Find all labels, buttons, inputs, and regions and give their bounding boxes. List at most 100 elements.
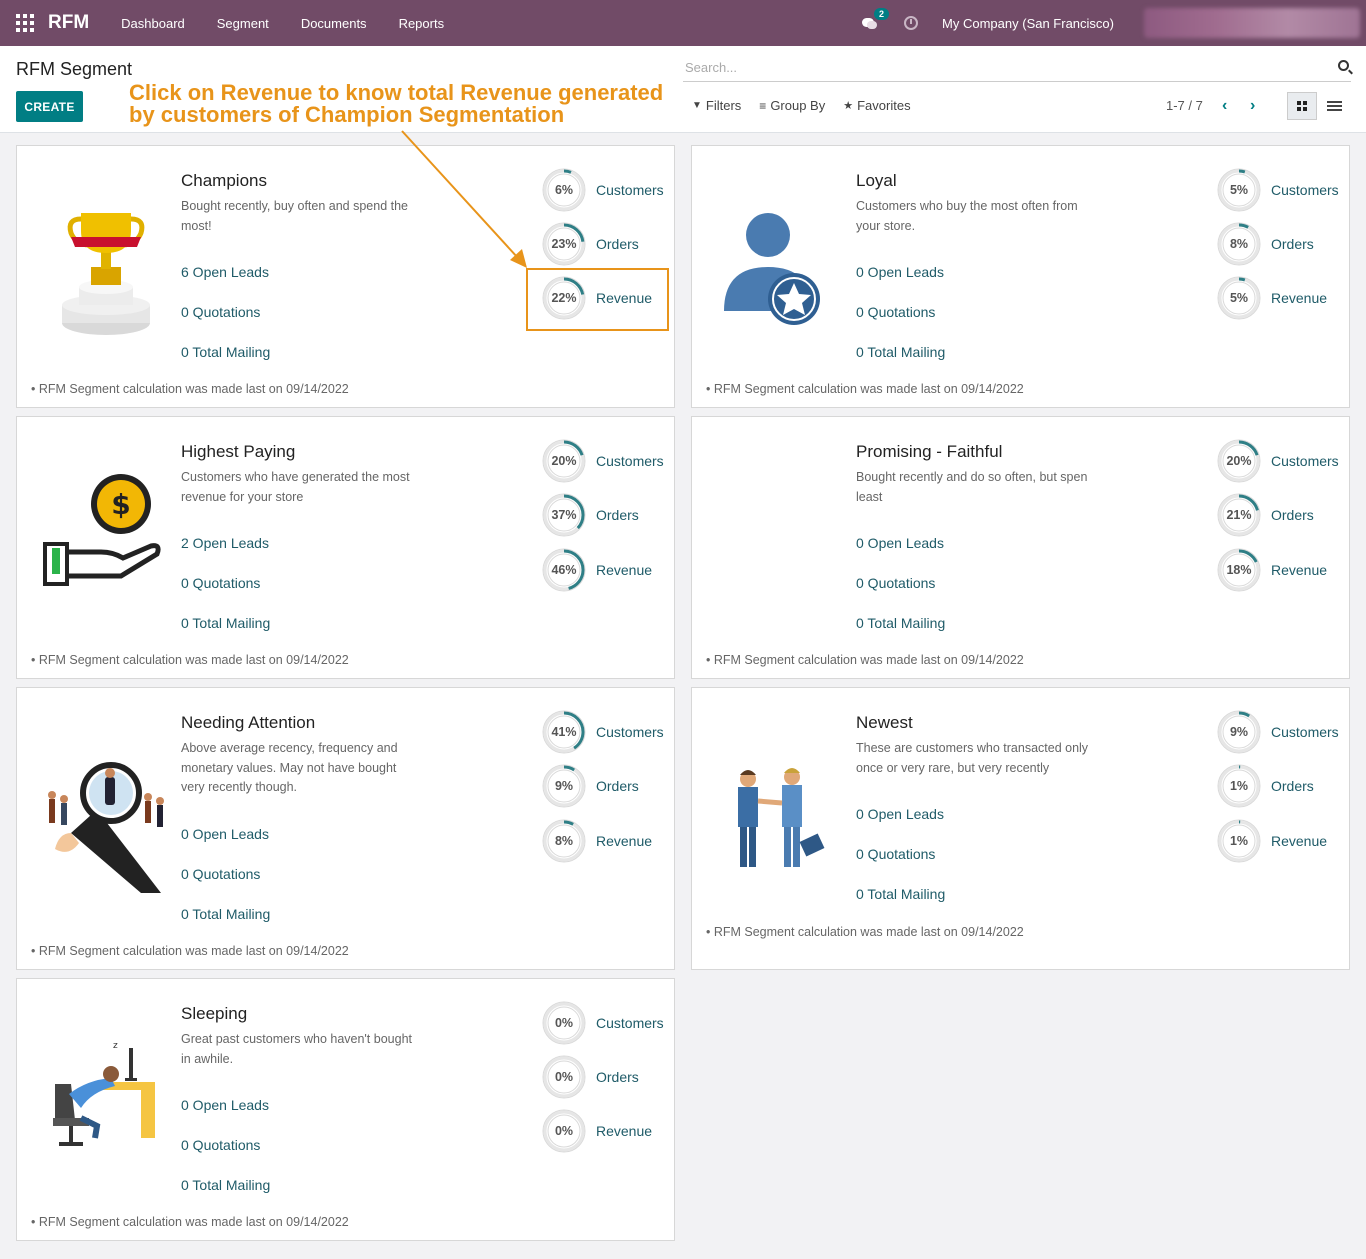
apps-grid-icon[interactable] [16,14,34,32]
revenue-progress-ring: 1% [1217,819,1261,863]
customers-stat[interactable]: 20% Customers [542,439,664,483]
revenue-stat[interactable]: 0% Revenue [542,1109,652,1153]
pager-value[interactable]: 1-7 / 7 [1166,98,1203,113]
customers-label: Customers [596,182,664,198]
orders-progress-ring: 23% [542,222,586,266]
segment-title[interactable]: Sleeping [181,1004,247,1024]
quotations-link[interactable]: 0 Quotations [181,304,260,320]
svg-text:z: z [113,1041,118,1051]
open-leads-link[interactable]: 0 Open Leads [181,1097,269,1113]
revenue-stat[interactable]: 5% Revenue [1217,276,1327,320]
segment-footer: • RFM Segment calculation was made last … [706,925,1024,939]
orders-stat[interactable]: 8% Orders [1217,222,1314,266]
segment-title[interactable]: Needing Attention [181,713,315,733]
total-mailing-link[interactable]: 0 Total Mailing [181,906,270,922]
quotations-link[interactable]: 0 Quotations [856,575,935,591]
menu-segment[interactable]: Segment [201,16,285,31]
customers-label: Customers [596,453,664,469]
orders-label: Orders [596,236,639,252]
revenue-stat[interactable]: 8% Revenue [542,819,652,863]
total-mailing-link[interactable]: 0 Total Mailing [856,344,945,360]
total-mailing-link[interactable]: 0 Total Mailing [181,344,270,360]
total-mailing-link[interactable]: 0 Total Mailing [181,1177,270,1193]
open-leads-link[interactable]: 0 Open Leads [181,826,269,842]
orders-stat[interactable]: 37% Orders [542,493,639,537]
menu-dashboard[interactable]: Dashboard [105,16,201,31]
search-icon[interactable] [1338,60,1349,71]
orders-stat[interactable]: 23% Orders [542,222,639,266]
orders-label: Orders [1271,236,1314,252]
trophy-icon [41,201,171,341]
orders-progress-ring: 9% [542,764,586,808]
total-mailing-link[interactable]: 0 Total Mailing [181,615,270,631]
orders-label: Orders [596,507,639,523]
segment-title[interactable]: Promising - Faithful [856,442,1002,462]
total-mailing-link[interactable]: 0 Total Mailing [856,615,945,631]
app-brand[interactable]: RFM [48,12,89,34]
segment-card[interactable]: Newest These are customers who transacte… [691,687,1350,970]
quotations-link[interactable]: 0 Quotations [856,846,935,862]
segment-footer: • RFM Segment calculation was made last … [706,653,1024,667]
company-switcher[interactable]: My Company (San Francisco) [942,16,1114,31]
orders-percent: 37% [551,508,577,522]
star-icon: ★ [843,100,854,112]
customers-percent: 20% [1226,454,1252,468]
orders-percent: 21% [1226,508,1252,522]
open-leads-link[interactable]: 6 Open Leads [181,264,269,280]
customers-percent: 6% [554,183,574,197]
kanban-view-icon[interactable] [1287,92,1317,120]
customers-stat[interactable]: 0% Customers [542,1001,664,1045]
menu-documents[interactable]: Documents [285,16,383,31]
pager-previous-icon[interactable]: ‹ [1222,97,1227,115]
quotations-link[interactable]: 0 Quotations [856,304,935,320]
segment-title[interactable]: Champions [181,171,267,191]
quotations-link[interactable]: 0 Quotations [181,866,260,882]
group-by-button[interactable]: ≡ Group By [759,98,825,113]
orders-stat[interactable]: 0% Orders [542,1055,639,1099]
customers-stat[interactable]: 5% Customers [1217,168,1339,212]
segment-card[interactable]: Needing Attention Above average recency,… [16,687,675,970]
orders-label: Orders [1271,507,1314,523]
customers-label: Customers [1271,453,1339,469]
segment-title[interactable]: Loyal [856,171,897,191]
create-button[interactable]: CREATE [16,91,83,122]
customers-stat[interactable]: 9% Customers [1217,710,1339,754]
handshake-icon [716,753,846,893]
total-mailing-link[interactable]: 0 Total Mailing [856,886,945,902]
revenue-percent: 8% [554,834,574,848]
segment-card[interactable]: Promising - Faithful Bought recently and… [691,416,1350,679]
quotations-link[interactable]: 0 Quotations [181,1137,260,1153]
search-input[interactable] [683,54,1323,80]
filters-button[interactable]: ▼ Filters [692,98,741,113]
menu-reports[interactable]: Reports [383,16,461,31]
favorites-button[interactable]: ★ Favorites [843,98,910,113]
customers-stat[interactable]: 6% Customers [542,168,664,212]
segment-card[interactable]: Loyal Customers who buy the most often f… [691,145,1350,408]
group-by-icon: ≡ [759,98,767,113]
activity-clock-icon[interactable] [904,16,919,30]
open-leads-link[interactable]: 0 Open Leads [856,264,944,280]
revenue-stat[interactable]: 18% Revenue [1217,548,1327,592]
segment-card[interactable]: $ Highest Paying Customers who have gene… [16,416,675,679]
user-star-icon [716,201,846,341]
quotations-link[interactable]: 0 Quotations [181,575,260,591]
open-leads-link[interactable]: 0 Open Leads [856,535,944,551]
user-menu[interactable] [1144,8,1360,38]
tutorial-annotation: Click on Revenue to know total Revenue g… [129,82,689,126]
segment-title[interactable]: Newest [856,713,913,733]
list-view-icon[interactable] [1320,92,1348,120]
open-leads-link[interactable]: 2 Open Leads [181,535,269,551]
revenue-stat[interactable]: 46% Revenue [542,548,652,592]
orders-stat[interactable]: 21% Orders [1217,493,1314,537]
orders-stat[interactable]: 9% Orders [542,764,639,808]
open-leads-link[interactable]: 0 Open Leads [856,806,944,822]
customers-stat[interactable]: 41% Customers [542,710,664,754]
segment-title[interactable]: Highest Paying [181,442,295,462]
pager-next-icon[interactable]: › [1250,97,1255,115]
orders-percent: 0% [554,1070,574,1084]
revenue-stat[interactable]: 1% Revenue [1217,819,1327,863]
segment-card[interactable]: z Sleeping Great past customers who have… [16,978,675,1241]
orders-stat[interactable]: 1% Orders [1217,764,1314,808]
messages-icon[interactable]: 2 [862,8,890,30]
customers-stat[interactable]: 20% Customers [1217,439,1339,483]
